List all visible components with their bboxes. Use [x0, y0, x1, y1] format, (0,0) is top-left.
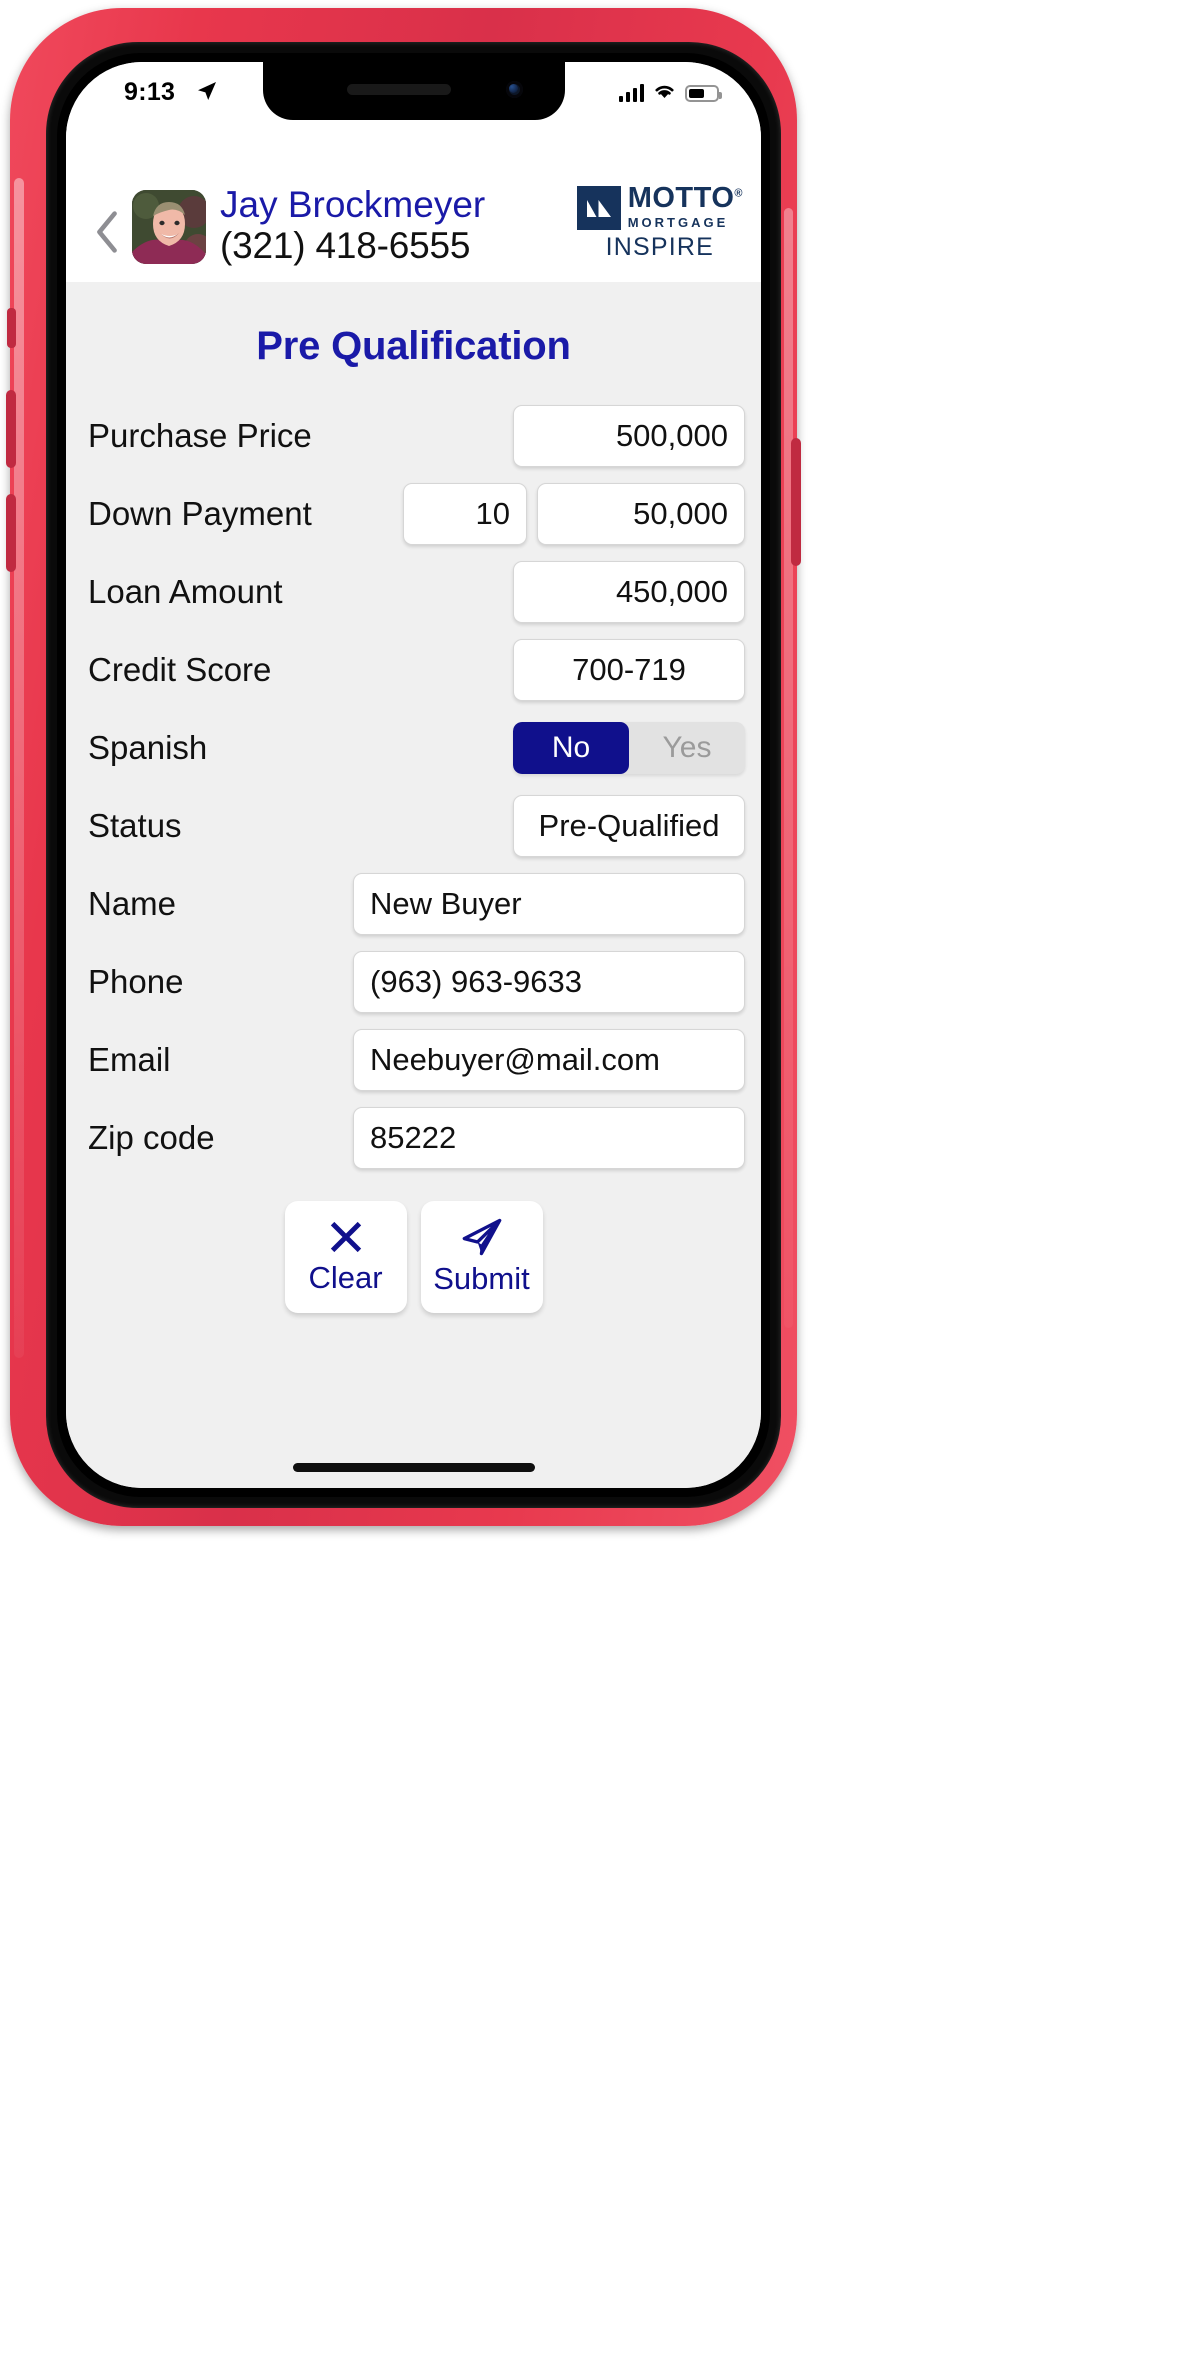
cellular-signal-icon: [618, 84, 644, 102]
front-camera: [505, 81, 523, 98]
label-loan-amount: Loan Amount: [88, 573, 283, 610]
status-select[interactable]: Pre-Qualified: [513, 795, 745, 857]
row-zip-code: Zip code 85222: [82, 1099, 745, 1177]
row-email: Email Neebuyer@mail.com: [82, 1021, 745, 1099]
brand-trademark: ®: [734, 187, 743, 200]
agent-name: Jay Brockmeyer: [220, 184, 486, 226]
form-actions: Clear Submit: [82, 1201, 745, 1313]
power-button[interactable]: [791, 438, 801, 566]
brand-subtitle: MORTGAGE: [627, 214, 729, 230]
phone-body: 9:13 Jay Brockmeyer (321) 418-6555 MOTTO…: [6, 8, 801, 1526]
row-purchase-price: Purchase Price 500,000: [82, 397, 745, 475]
label-email: Email: [88, 1041, 171, 1078]
label-phone: Phone: [88, 963, 184, 1000]
home-indicator[interactable]: [292, 1463, 535, 1472]
label-spanish: Spanish: [88, 729, 208, 766]
phone-edge-highlight-right: [784, 208, 793, 1328]
row-name: Name New Buyer: [82, 865, 745, 943]
name-input[interactable]: New Buyer: [353, 873, 745, 935]
label-credit-score: Credit Score: [88, 651, 272, 688]
label-status: Status: [88, 807, 182, 844]
label-zip-code: Zip code: [88, 1119, 215, 1156]
brand-office: INSPIRE: [605, 233, 715, 261]
page-title: Pre Qualification: [256, 324, 571, 368]
label-name: Name: [88, 885, 177, 922]
row-status: Status Pre-Qualified: [82, 787, 745, 865]
wifi-icon: [652, 81, 677, 105]
phone-screen: 9:13 Jay Brockmeyer (321) 418-6555 MOTTO…: [66, 62, 761, 1488]
screenshot-stage: 9:13 Jay Brockmeyer (321) 418-6555 MOTTO…: [0, 0, 1202, 2371]
down-payment-percent-input[interactable]: 10: [403, 483, 527, 545]
label-down-payment: Down Payment: [88, 495, 312, 532]
silence-switch[interactable]: [7, 308, 16, 348]
spanish-option-no[interactable]: No: [513, 722, 629, 774]
spanish-toggle[interactable]: No Yes: [513, 722, 745, 774]
avatar-image: [132, 190, 206, 264]
row-spanish: Spanish No Yes: [82, 709, 745, 787]
submit-button-label: Submit: [433, 1261, 530, 1296]
agent-phone[interactable]: (321) 418-6555: [220, 225, 577, 266]
location-arrow-icon: [197, 81, 217, 101]
phone-notch: [262, 62, 565, 120]
motto-mark-icon: [576, 186, 621, 231]
paper-plane-icon: [462, 1218, 501, 1256]
close-x-icon: [330, 1221, 361, 1253]
phone-edge-highlight-left: [14, 178, 24, 1358]
app-body: Pre Qualification Purchase Price 500,000…: [66, 282, 761, 1488]
label-purchase-price: Purchase Price: [88, 417, 312, 454]
row-down-payment: Down Payment 10 50,000: [82, 475, 745, 553]
clear-button[interactable]: Clear: [284, 1201, 407, 1313]
purchase-price-input[interactable]: 500,000: [513, 405, 745, 467]
back-button[interactable]: [84, 202, 130, 262]
status-indicators: [618, 81, 722, 105]
row-loan-amount: Loan Amount 450,000: [82, 553, 745, 631]
email-input[interactable]: Neebuyer@mail.com: [353, 1029, 745, 1091]
zip-code-input[interactable]: 85222: [353, 1107, 745, 1169]
battery-icon: [685, 84, 722, 102]
brand-logo: MOTTO® MORTGAGE INSPIRE: [576, 181, 743, 262]
loan-amount-input[interactable]: 450,000: [513, 561, 745, 623]
row-credit-score: Credit Score 700-719: [82, 631, 745, 709]
brand-name: MOTTO: [627, 181, 735, 214]
down-payment-amount-input[interactable]: 50,000: [537, 483, 745, 545]
earpiece-speaker: [346, 84, 451, 95]
spanish-option-yes[interactable]: Yes: [629, 722, 745, 774]
submit-button[interactable]: Submit: [420, 1201, 543, 1313]
clear-button-label: Clear: [308, 1260, 383, 1295]
phone-input[interactable]: (963) 963-9633: [353, 951, 745, 1013]
credit-score-select[interactable]: 700-719: [513, 639, 745, 701]
avatar[interactable]: [132, 190, 206, 264]
volume-up-button[interactable]: [6, 390, 16, 468]
contact-info: Jay Brockmeyer (321) 418-6555: [220, 185, 577, 266]
row-phone: Phone (963) 963-9633: [82, 943, 745, 1021]
status-time: 9:13: [124, 78, 176, 106]
volume-down-button[interactable]: [6, 494, 16, 572]
chevron-left-icon: [97, 211, 117, 253]
